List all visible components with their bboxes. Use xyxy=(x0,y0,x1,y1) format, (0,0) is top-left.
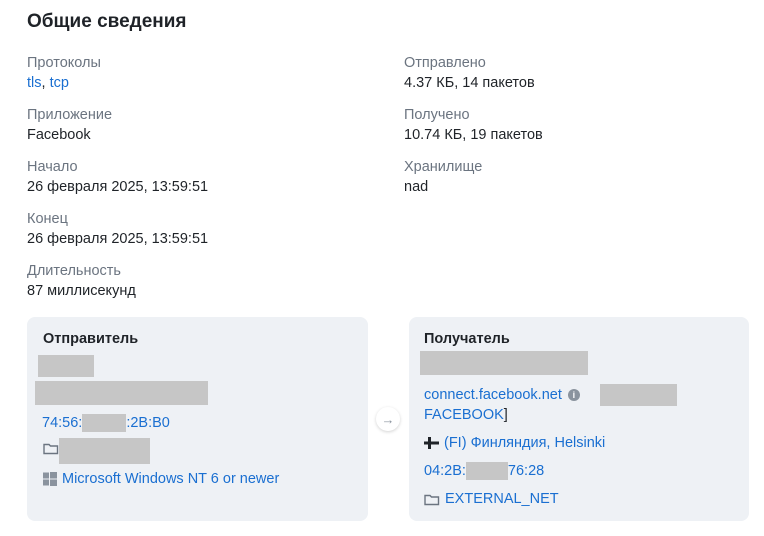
received-value: 10.74 КБ, 19 пакетов xyxy=(404,127,543,143)
field-received: Получено 10.74 КБ, 19 пакетов xyxy=(404,106,543,144)
redacted-receiver-address xyxy=(420,351,588,375)
redacted-receiver-org-extra xyxy=(600,384,677,406)
section-title: Общие сведения xyxy=(27,11,187,32)
field-label: Хранилище xyxy=(404,159,483,175)
duration-value: 87 миллисекунд xyxy=(27,283,136,299)
info-icon[interactable]: i xyxy=(567,389,580,401)
receiver-network-link[interactable]: EXTERNAL_NET xyxy=(445,490,559,508)
sender-os-row[interactable]: Microsoft Windows NT 6 or newer xyxy=(43,470,279,488)
sent-value: 4.37 КБ, 14 пакетов xyxy=(404,75,535,91)
field-label: Начало xyxy=(27,159,78,175)
sender-title: Отправитель xyxy=(43,331,139,347)
field-label: Отправлено xyxy=(404,55,486,71)
field-start: Начало 26 февраля 2025, 13:59:51 xyxy=(27,158,208,196)
field-protocols: Протоколы tls, tcp xyxy=(27,54,101,92)
receiver-host-row: connect.facebook.net i xyxy=(424,386,580,404)
redacted-sender-address xyxy=(35,381,208,405)
receiver-org-row: FACEBOOK] xyxy=(424,406,508,424)
receiver-geo-link[interactable]: (FI) Финляндия, Helsinki xyxy=(444,434,605,452)
field-label: Приложение xyxy=(27,107,113,123)
receiver-mac-row[interactable]: 04:2B: 76:28 xyxy=(424,462,544,480)
start-value: 26 февраля 2025, 13:59:51 xyxy=(27,179,209,195)
storage-link[interactable]: nad xyxy=(404,178,482,196)
application-link[interactable]: Facebook xyxy=(27,126,112,144)
protocols-value: tls, tcp xyxy=(27,74,101,92)
direction-arrow-icon: → xyxy=(376,407,400,431)
sender-os-link[interactable]: Microsoft Windows NT 6 or newer xyxy=(62,470,279,488)
field-storage: Хранилище nad xyxy=(404,158,482,196)
folder-icon xyxy=(43,442,59,455)
redacted-sender-network xyxy=(59,438,150,464)
field-label: Конец xyxy=(27,211,68,227)
sender-network-row xyxy=(43,442,59,455)
receiver-mac-prefix[interactable]: 04:2B: xyxy=(424,462,466,480)
protocol-link-tls[interactable]: tls xyxy=(27,75,42,91)
redacted-mac-middle xyxy=(82,414,127,432)
receiver-title: Получатель xyxy=(424,331,510,347)
receiver-org-link[interactable]: FACEBOOK xyxy=(424,406,504,424)
field-end: Конец 26 февраля 2025, 13:59:51 xyxy=(27,210,208,248)
field-duration: Длительность 87 миллисекунд xyxy=(27,262,136,300)
receiver-host-link[interactable]: connect.facebook.net xyxy=(424,386,562,404)
receiver-network-row[interactable]: EXTERNAL_NET xyxy=(424,490,559,508)
receiver-org-bracket: ] xyxy=(503,407,508,423)
protocol-link-tcp[interactable]: tcp xyxy=(50,75,69,91)
redacted-mac-middle xyxy=(465,462,508,480)
windows-icon xyxy=(43,472,57,486)
field-label: Получено xyxy=(404,107,470,123)
sender-mac-suffix[interactable]: :2B:B0 xyxy=(126,414,170,432)
sender-mac-row[interactable]: 74:56: :2B:B0 xyxy=(42,414,170,432)
field-label: Протоколы xyxy=(27,55,101,71)
protocol-separator: , xyxy=(41,75,50,91)
receiver-geo-row[interactable]: (FI) Финляндия, Helsinki xyxy=(424,434,605,452)
redacted-sender-name xyxy=(38,355,94,377)
field-application: Приложение Facebook xyxy=(27,106,112,144)
sender-mac-prefix[interactable]: 74:56: xyxy=(42,414,82,432)
field-label: Длительность xyxy=(27,263,121,279)
folder-icon xyxy=(424,493,440,506)
end-value: 26 февраля 2025, 13:59:51 xyxy=(27,231,209,247)
field-sent: Отправлено 4.37 КБ, 14 пакетов xyxy=(404,54,535,92)
receiver-mac-suffix[interactable]: 76:28 xyxy=(508,462,544,480)
finland-flag-icon xyxy=(424,437,439,449)
